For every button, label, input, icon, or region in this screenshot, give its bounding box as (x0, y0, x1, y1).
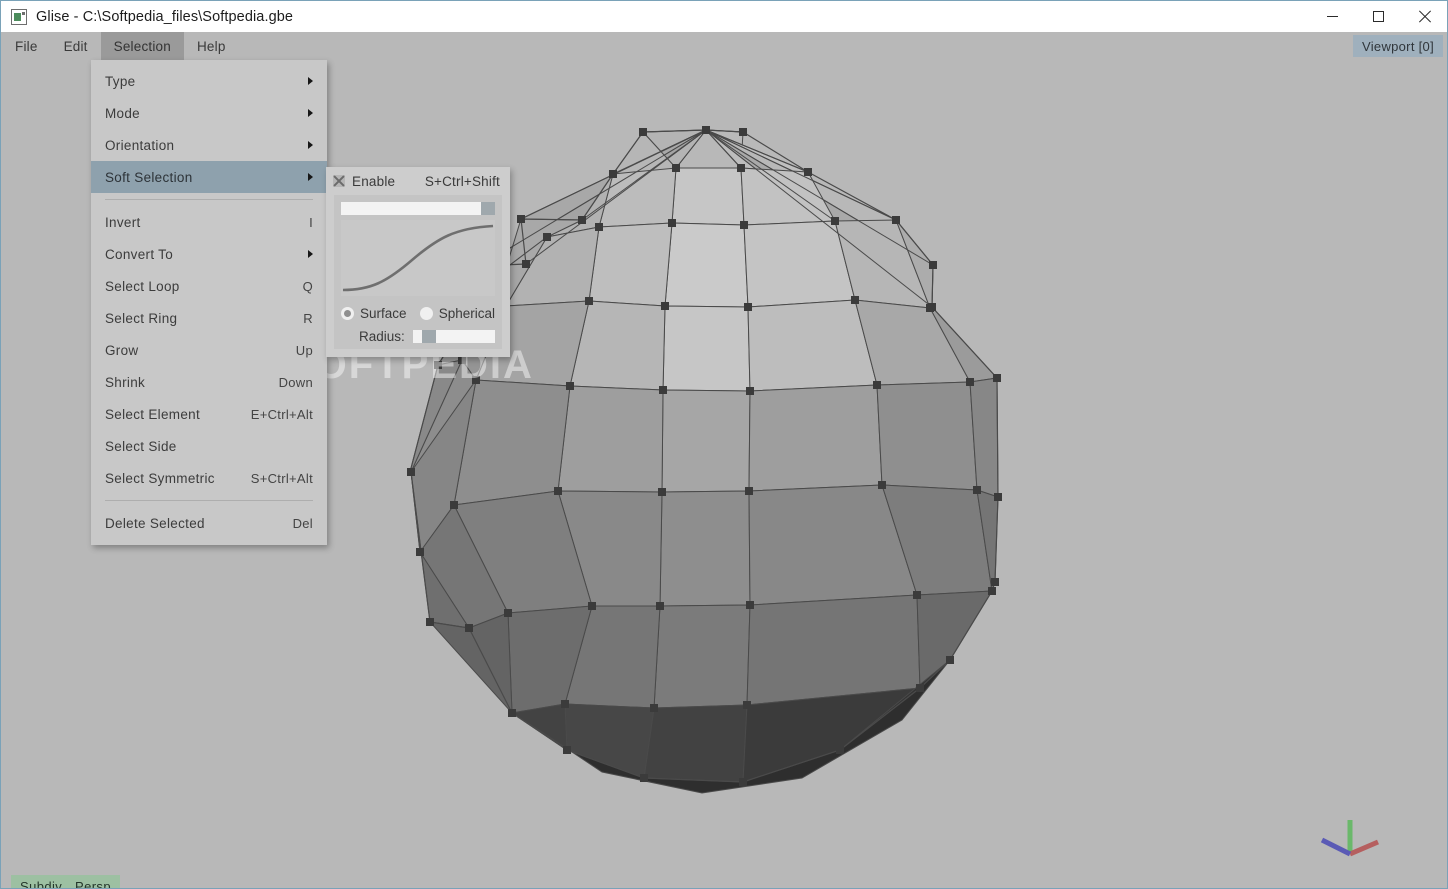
menu-item-accelerator: I (309, 214, 313, 230)
menu-edit[interactable]: Edit (51, 32, 101, 60)
minimize-button[interactable] (1309, 1, 1355, 32)
menu-file[interactable]: File (2, 32, 51, 60)
menu-item-accelerator: S+Ctrl+Alt (250, 470, 313, 486)
menu-help[interactable]: Help (184, 32, 239, 60)
soft-selection-enable-row: Enable S+Ctrl+Shift (326, 167, 510, 195)
enable-checkbox[interactable] (333, 175, 345, 187)
close-icon (1418, 10, 1431, 23)
chevron-right-icon (308, 109, 313, 117)
menu-separator (105, 500, 313, 501)
mode-radio-spherical[interactable] (419, 306, 433, 320)
menu-item-label: Soft Selection (105, 169, 193, 185)
mode-label-spherical: Spherical (438, 305, 495, 321)
chevron-right-icon (308, 77, 313, 85)
maximize-button[interactable] (1355, 1, 1401, 32)
menu-item-accelerator: E+Ctrl+Alt (250, 406, 313, 422)
app-window-icon (11, 8, 27, 25)
soft-selection-mode-row: Surface Spherical (341, 301, 495, 325)
radius-slider-thumb[interactable] (421, 330, 436, 343)
mode-radio-surface[interactable] (341, 306, 354, 320)
close-button[interactable] (1401, 1, 1447, 32)
enable-label: Enable (352, 173, 396, 189)
menu-item-type[interactable]: Type (91, 65, 327, 97)
status-pill-subdiv[interactable]: Subdiv (11, 875, 72, 888)
minimize-icon (1326, 16, 1338, 17)
menu-item-accelerator: Down (278, 374, 313, 390)
menu-item-accelerator: Del (292, 515, 313, 531)
chevron-right-icon (308, 173, 313, 181)
viewport-indicator[interactable]: Viewport [0] (1352, 35, 1443, 57)
menu-item-label: Grow (105, 342, 139, 358)
menu-item-label: Orientation (105, 137, 175, 153)
menu-item-soft-selection[interactable]: Soft Selection (91, 161, 327, 193)
application-window: Glise - C:\Softpedia_files\Softpedia.gbe… (0, 0, 1448, 889)
falloff-slider-thumb[interactable] (481, 202, 495, 215)
menu-item-label: Select Side (105, 438, 177, 454)
menu-item-invert[interactable]: Invert I (91, 206, 327, 238)
menu-item-label: Type (105, 73, 136, 89)
menu-item-label: Delete Selected (105, 515, 205, 531)
menu-item-label: Select Ring (105, 310, 178, 326)
selection-dropdown-menu: Type Mode Orientation Soft Selection Inv… (91, 60, 327, 545)
menu-item-select-symmetric[interactable]: Select Symmetric S+Ctrl+Alt (91, 462, 327, 494)
falloff-slider[interactable] (341, 202, 495, 215)
menu-item-orientation[interactable]: Orientation (91, 129, 327, 161)
radius-row: Radius: (341, 329, 495, 344)
menu-item-label: Convert To (105, 246, 174, 262)
menu-item-select-ring[interactable]: Select Ring R (91, 302, 327, 334)
menu-item-label: Select Loop (105, 278, 180, 294)
menu-selection[interactable]: Selection (100, 32, 184, 60)
axis-orientation-gizmo (1320, 820, 1379, 857)
menu-item-select-side[interactable]: Select Side (91, 430, 327, 462)
mode-label-surface: Surface (360, 305, 407, 321)
menu-item-label: Shrink (105, 374, 146, 390)
title-bar: Glise - C:\Softpedia_files\Softpedia.gbe (1, 1, 1447, 32)
enable-accelerator: S+Ctrl+Shift (424, 173, 500, 189)
chevron-right-icon (308, 250, 313, 258)
status-pill-persp[interactable]: Persp (66, 875, 120, 888)
menu-item-label: Select Symmetric (105, 470, 215, 486)
menu-item-delete-selected[interactable]: Delete Selected Del (91, 507, 327, 539)
window-title: Glise - C:\Softpedia_files\Softpedia.gbe (36, 8, 294, 25)
menu-item-select-loop[interactable]: Select Loop Q (91, 270, 327, 302)
menu-item-convert-to[interactable]: Convert To (91, 238, 327, 270)
chevron-right-icon (308, 141, 313, 149)
menu-item-grow[interactable]: Grow Up (91, 334, 327, 366)
menu-item-label: Invert (105, 214, 141, 230)
menu-item-label: Mode (105, 105, 140, 121)
radius-slider[interactable] (412, 330, 495, 343)
falloff-curve-graph[interactable] (341, 220, 495, 296)
menu-item-accelerator: R (303, 310, 313, 326)
menu-item-mode[interactable]: Mode (91, 97, 327, 129)
menu-item-shrink[interactable]: Shrink Down (91, 366, 327, 398)
radius-label: Radius: (359, 329, 405, 344)
menu-item-accelerator: Up (295, 342, 313, 358)
maximize-icon (1372, 11, 1384, 22)
menu-separator (105, 199, 313, 200)
menu-item-accelerator: Q (302, 278, 313, 294)
soft-selection-body: Surface Spherical Radius: (334, 195, 502, 349)
window-controls (1309, 1, 1447, 32)
menu-bar: File Edit Selection Help Viewport [0] (2, 32, 1447, 60)
menu-item-select-element[interactable]: Select Element E+Ctrl+Alt (91, 398, 327, 430)
soft-selection-panel: Enable S+Ctrl+Shift Surface Spherical Ra… (326, 167, 510, 357)
menu-item-label: Select Element (105, 406, 200, 422)
falloff-curve-svg (342, 224, 494, 292)
